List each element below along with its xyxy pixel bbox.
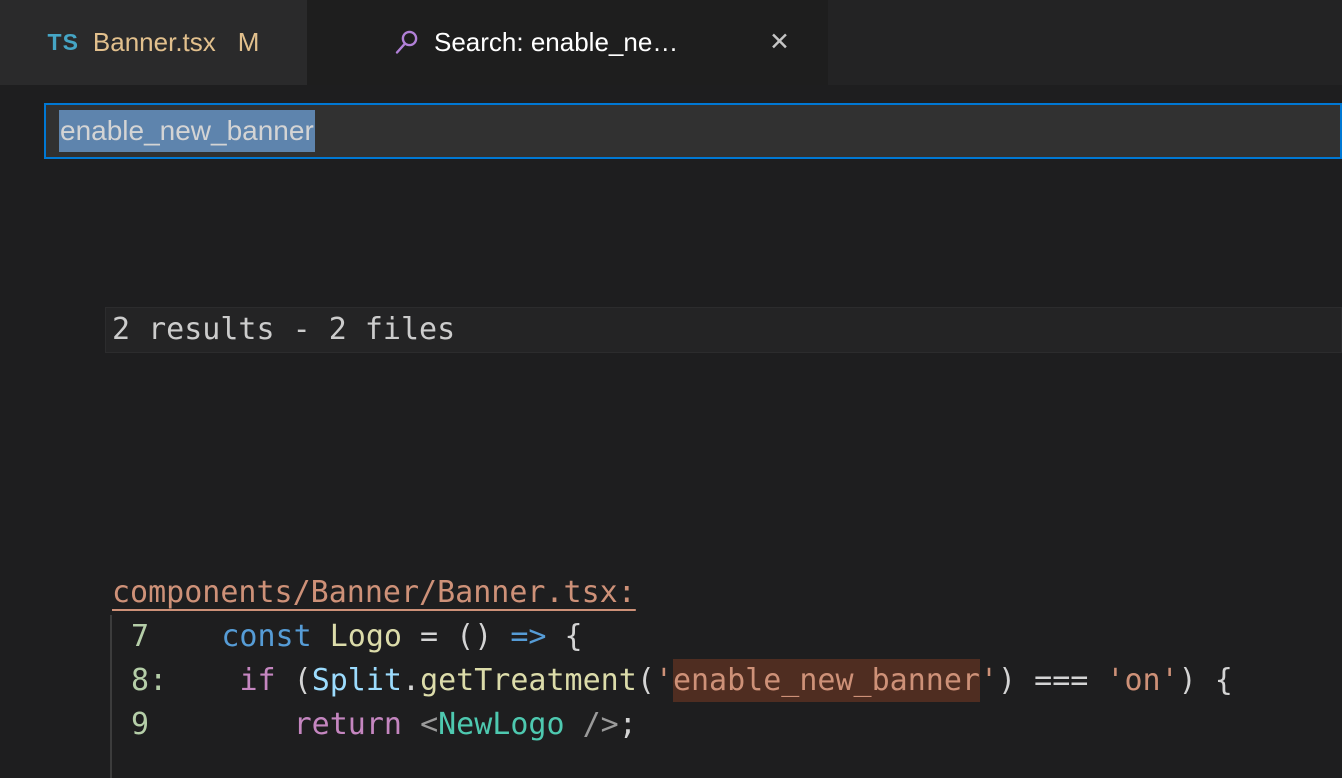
result-line: 7 const Logo = () => { — [113, 615, 1342, 659]
result-file-block: components/Banner/Banner.tsx: 7 const Lo… — [0, 571, 1342, 778]
blank-line — [0, 441, 1342, 483]
result-code-block: 7 const Logo = () => { 8: if (Split.getT… — [110, 615, 1342, 778]
result-line: 8: if (Split.getTreatment('enable_new_ba… — [113, 659, 1342, 703]
result-file-path[interactable]: components/Banner/Banner.tsx: — [112, 571, 636, 615]
close-tab-icon[interactable]: ✕ — [765, 26, 794, 59]
tab-label: Banner.tsx — [93, 27, 216, 58]
git-modified-badge: M — [238, 27, 260, 58]
search-results-editor: 2 results - 2 files components/Banner/Ba… — [0, 159, 1342, 778]
tab-label: Search: enable_ne… — [434, 27, 678, 58]
match-highlight: enable_new_banner — [673, 659, 980, 702]
results-summary: 2 results - 2 files — [105, 307, 1342, 353]
tab-banner-tsx[interactable]: TS Banner.tsx M — [0, 0, 307, 85]
editor-tab-bar: TS Banner.tsx M Search: enable_ne… ✕ — [0, 0, 1342, 85]
results-file-list: components/Banner/Banner.tsx: 7 const Lo… — [0, 571, 1342, 778]
result-line: 9 return <NewLogo />; — [113, 703, 1342, 747]
tab-search-editor[interactable]: Search: enable_ne… ✕ — [307, 0, 828, 85]
typescript-file-icon: TS — [48, 29, 79, 56]
search-query-input[interactable]: enable_new_banner — [44, 103, 1342, 159]
search-icon — [393, 29, 420, 56]
selected-query-text: enable_new_banner — [59, 110, 315, 152]
search-query-row: enable_new_banner — [0, 85, 1342, 159]
